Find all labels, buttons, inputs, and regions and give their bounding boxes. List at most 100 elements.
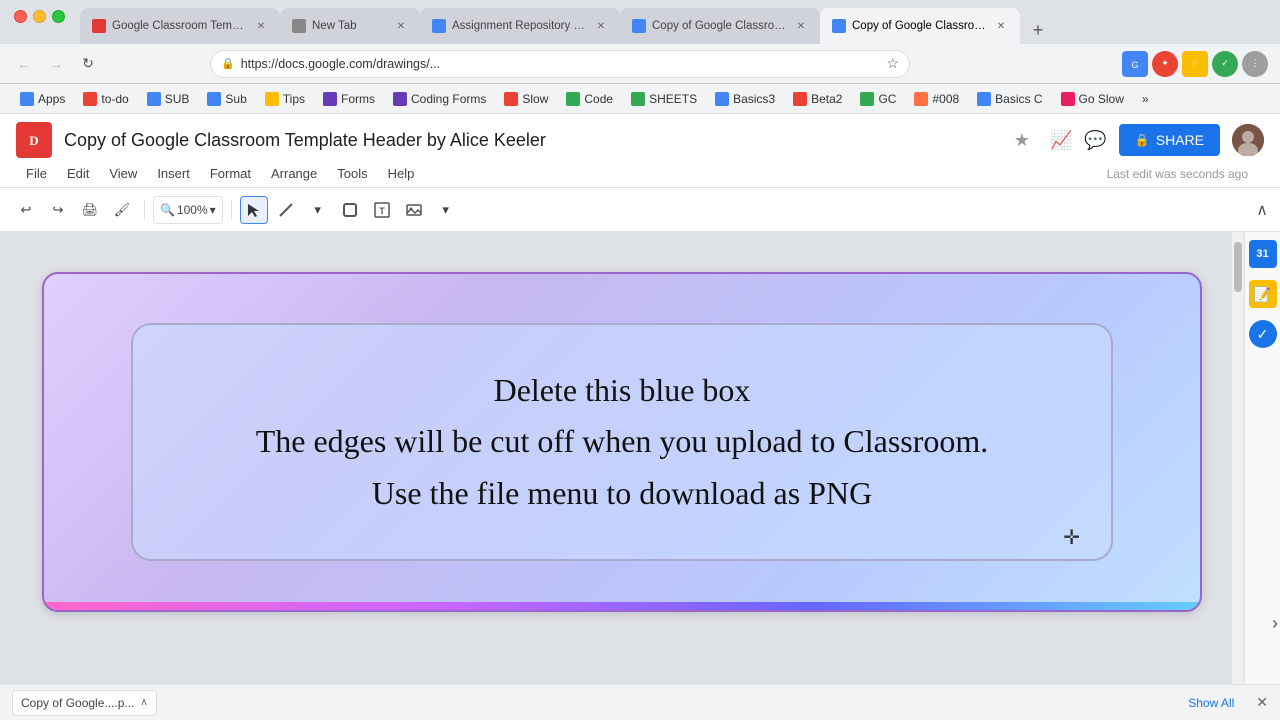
close-window-button[interactable] [14, 10, 27, 23]
tab-3-close[interactable]: ✕ [594, 19, 608, 33]
bookmark-forms[interactable]: Forms [315, 87, 383, 111]
bookmark-basics3[interactable]: Basics3 [707, 87, 783, 111]
lock-icon: 🔒 [221, 57, 235, 70]
tab-4-close[interactable]: ✕ [794, 19, 808, 33]
canvas-scroll-area[interactable]: Delete this blue box The edges will be c… [0, 232, 1244, 684]
refresh-button[interactable]: ↻ [76, 52, 100, 76]
tab-5-favicon [832, 19, 846, 33]
star-icon[interactable]: ★ [1014, 130, 1030, 151]
bookmark-008[interactable]: #008 [906, 87, 967, 111]
tab-1[interactable]: Google Classroom Templat... ✕ [80, 8, 280, 44]
bookmark-favicon [715, 92, 729, 106]
bookmark-icon[interactable]: ☆ [886, 55, 899, 72]
address-input[interactable]: 🔒 https://docs.google.com/drawings/... ☆ [210, 50, 910, 78]
tab-3-favicon [432, 19, 446, 33]
scrollbar-thumb-v[interactable] [1234, 242, 1242, 292]
bookmark-favicon [207, 92, 221, 106]
docs-logo: D [16, 122, 52, 158]
bookmark-code[interactable]: Code [558, 87, 621, 111]
bookmark-todo[interactable]: to-do [75, 87, 136, 111]
ext-icon-1[interactable]: G [1122, 51, 1148, 77]
address-text: https://docs.google.com/drawings/... [241, 57, 877, 71]
line-dropdown[interactable]: ▾ [304, 196, 332, 224]
note-icon[interactable]: 📝 [1249, 280, 1277, 308]
calendar-icon[interactable]: 31 [1249, 240, 1277, 268]
image-dropdown[interactable]: ▾ [432, 196, 460, 224]
menu-help[interactable]: Help [378, 162, 425, 185]
menu-insert[interactable]: Insert [147, 162, 200, 185]
zoom-control[interactable]: 🔍 100% ▾ [153, 196, 223, 224]
tab-5-close[interactable]: ✕ [994, 19, 1008, 33]
ext-icon-2[interactable]: ✦ [1152, 51, 1178, 77]
bookmark-favicon [393, 92, 407, 106]
user-avatar[interactable] [1232, 124, 1264, 156]
bookmark-basics-c[interactable]: Basics C [969, 87, 1050, 111]
bookmark-favicon [20, 92, 34, 106]
last-edit-status: Last edit was seconds ago [1107, 167, 1248, 181]
print-button[interactable]: 🖨 [76, 196, 104, 224]
panel-chevron-icon[interactable]: › [1272, 613, 1278, 634]
maximize-window-button[interactable] [52, 10, 65, 23]
bookmark-go-slow-label: Go Slow [1079, 92, 1124, 106]
check-icon[interactable]: ✓ [1249, 320, 1277, 348]
tab-2-close[interactable]: ✕ [394, 19, 408, 33]
bookmark-tips[interactable]: Tips [257, 87, 313, 111]
menu-format[interactable]: Format [200, 162, 261, 185]
bookmark-favicon [566, 92, 580, 106]
tab-4[interactable]: Copy of Google Classroom ... ✕ [620, 8, 820, 44]
forward-button[interactable]: → [44, 52, 68, 76]
menu-view[interactable]: View [99, 162, 147, 185]
menu-tools[interactable]: Tools [327, 162, 377, 185]
image-tool-button[interactable] [400, 196, 428, 224]
undo-button[interactable]: ↩ [12, 196, 40, 224]
select-tool-button[interactable] [240, 196, 268, 224]
bookmark-sub1[interactable]: SUB [139, 87, 198, 111]
download-chevron-icon[interactable]: ∧ [140, 697, 147, 708]
info-box[interactable]: Delete this blue box The edges will be c… [131, 323, 1114, 561]
toolbar-expand-button[interactable]: ∧ [1256, 200, 1268, 220]
drawing-canvas[interactable]: Delete this blue box The edges will be c… [42, 272, 1202, 612]
line-tool-button[interactable] [272, 196, 300, 224]
bookmark-coding-forms[interactable]: Coding Forms [385, 87, 494, 111]
vertical-scrollbar[interactable] [1232, 232, 1244, 684]
drawing-toolbar: ↩ ↪ 🖨 🖌 🔍 100% ▾ ▾ T ▾ ∧ [0, 188, 1280, 232]
docs-header: D Copy of Google Classroom Template Head… [0, 114, 1280, 188]
toolbar-divider-2 [231, 200, 232, 220]
menu-edit[interactable]: Edit [57, 162, 99, 185]
redo-button[interactable]: ↪ [44, 196, 72, 224]
bookmark-sub2[interactable]: Sub [199, 87, 254, 111]
shape-tool-button[interactable] [336, 196, 364, 224]
tab-2[interactable]: New Tab ✕ [280, 8, 420, 44]
menu-file[interactable]: File [16, 162, 57, 185]
ext-icon-4[interactable]: ✓ [1212, 51, 1238, 77]
bookmark-gc[interactable]: GC [852, 87, 904, 111]
tab-1-label: Google Classroom Templat... [112, 20, 248, 32]
ext-icon-5[interactable]: ⋮ [1242, 51, 1268, 77]
tab-3[interactable]: Assignment Repository 201... ✕ [420, 8, 620, 44]
bookmark-apps[interactable]: Apps [12, 87, 73, 111]
menu-arrange[interactable]: Arrange [261, 162, 327, 185]
new-tab-button[interactable]: + [1024, 16, 1052, 44]
trending-icon[interactable]: 📈 [1050, 130, 1072, 151]
address-bar: ← → ↻ 🔒 https://docs.google.com/drawings… [0, 44, 1280, 84]
back-button[interactable]: ← [12, 52, 36, 76]
main-content: Delete this blue box The edges will be c… [0, 232, 1280, 684]
ext-icon-3[interactable]: ⚡ [1182, 51, 1208, 77]
share-button[interactable]: 🔒 SHARE [1119, 124, 1220, 156]
tab-5[interactable]: Copy of Google Classroom ✕ [820, 8, 1020, 44]
bookmark-sheets[interactable]: SHEETS [623, 87, 705, 111]
close-download-button[interactable]: ✕ [1256, 694, 1268, 711]
minimize-window-button[interactable] [33, 10, 46, 23]
drawing-wrapper: Delete this blue box The edges will be c… [37, 272, 1207, 644]
show-all-button[interactable]: Show All [1178, 692, 1244, 714]
text-tool-button[interactable]: T [368, 196, 396, 224]
bookmark-beta2[interactable]: Beta2 [785, 87, 850, 111]
bookmark-go-slow[interactable]: Go Slow [1053, 87, 1132, 111]
paint-format-button[interactable]: 🖌 [108, 196, 136, 224]
bookmark-more[interactable]: » [1134, 87, 1157, 111]
bookmark-slow[interactable]: Slow [496, 87, 556, 111]
docs-menu-bar: File Edit View Insert Format Arrange Too… [16, 162, 1264, 187]
tab-1-close[interactable]: ✕ [254, 19, 268, 33]
download-item[interactable]: Copy of Google....p... ∧ [12, 690, 157, 716]
comment-icon[interactable]: 💬 [1084, 130, 1106, 151]
